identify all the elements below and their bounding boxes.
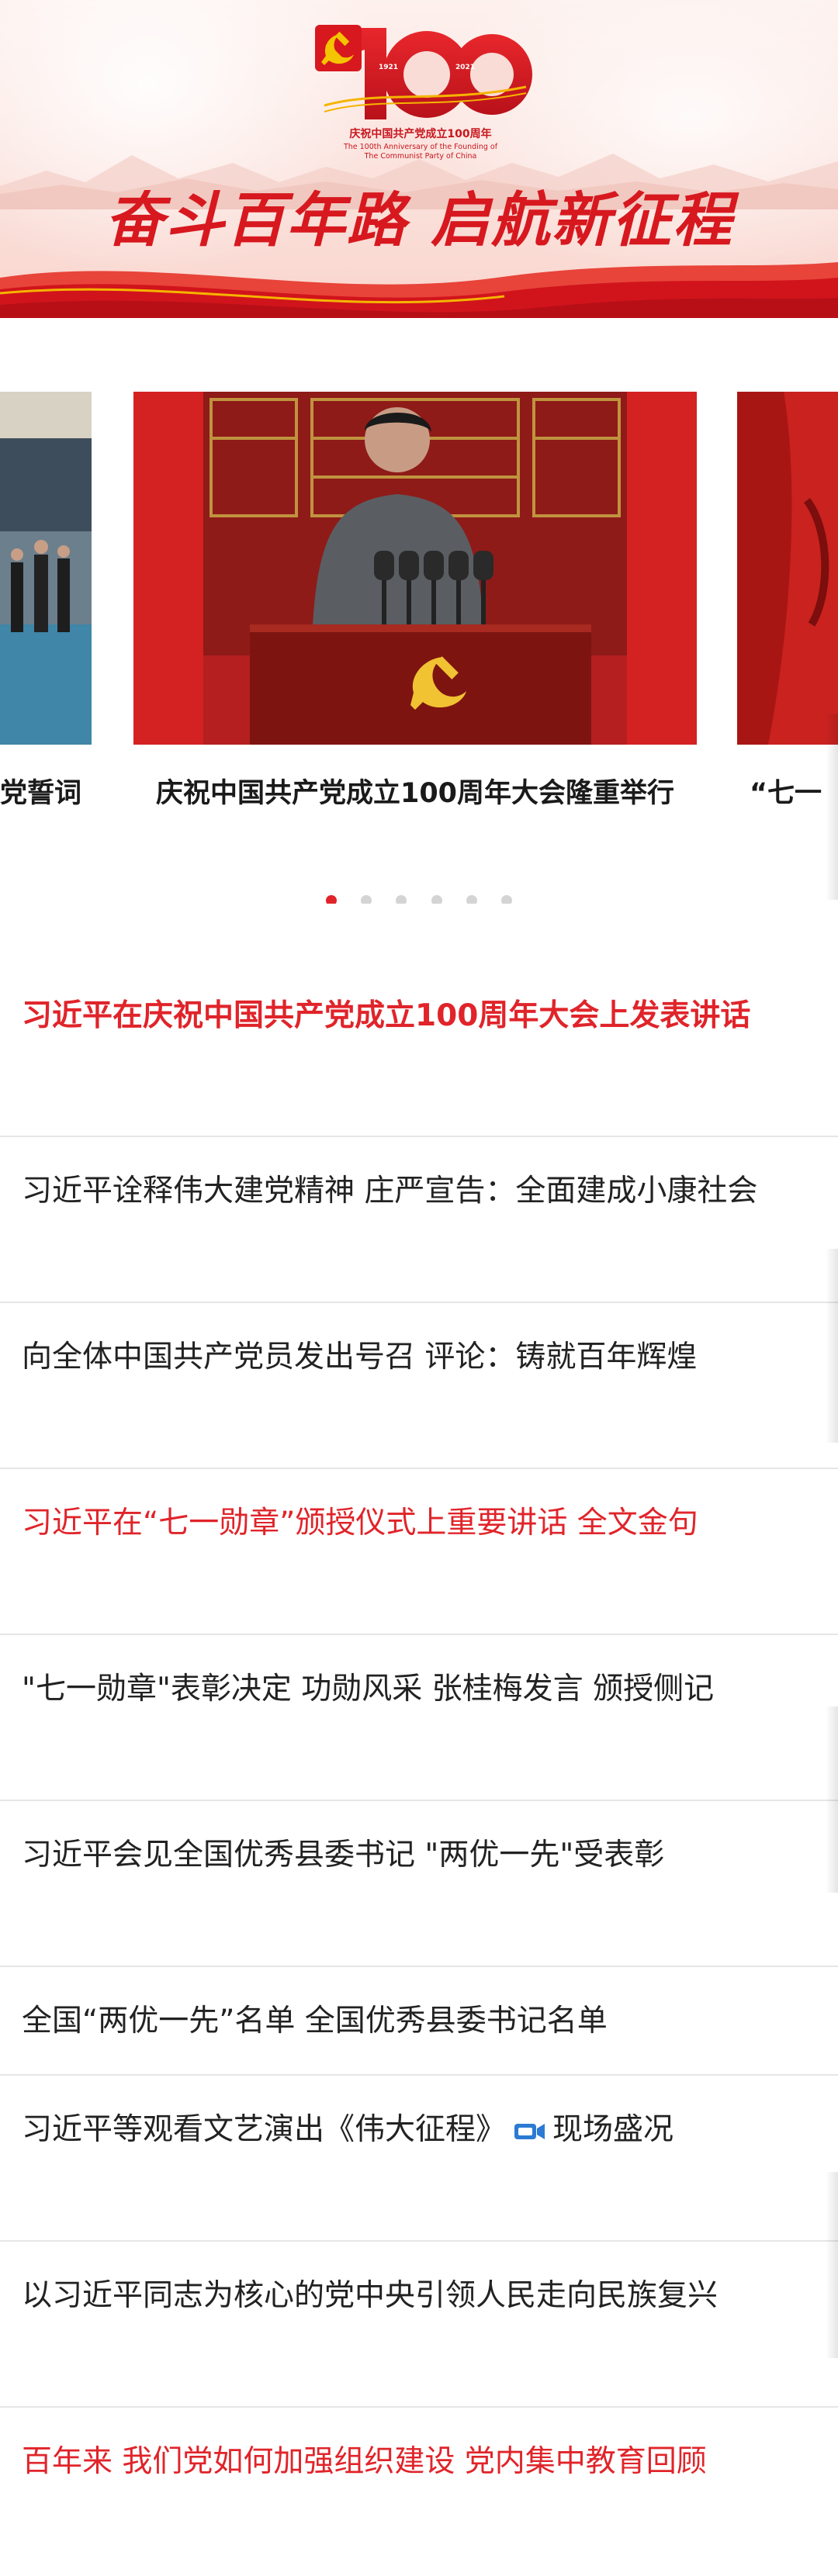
news-link-2[interactable]: 习近平诠释伟大建党精神 庄严宣告：全面建成小康社会 bbox=[22, 1174, 757, 1208]
news-link-3[interactable]: 向全体中国共产党员发出号召 评论：铸就百年辉煌 bbox=[22, 1340, 697, 1374]
centenary-logo: 1921 2021 庆祝中国共产党成立100周年 The 100th Anniv… bbox=[304, 17, 537, 172]
news-item-1[interactable]: 习近平在庆祝中国共产党成立100周年大会上发表讲话 bbox=[0, 968, 838, 1137]
carousel-dot-5[interactable] bbox=[466, 895, 477, 904]
carousel-dot-3[interactable] bbox=[396, 895, 407, 904]
edge-shadow-1 bbox=[826, 714, 838, 900]
news-item-8[interactable]: 习近平等观看文艺演出《伟大征程》 现场盛况 bbox=[0, 2076, 838, 2242]
year-end: 2021 bbox=[455, 64, 476, 71]
news-link-7[interactable]: 全国“两优一先”名单 全国优秀县委书记名单 bbox=[22, 2004, 608, 2038]
video-icon[interactable] bbox=[514, 2121, 546, 2142]
carousel-dot-1[interactable] bbox=[326, 895, 338, 904]
carousel-caption-previous[interactable]: 党誓词 bbox=[0, 773, 81, 814]
news-item-2[interactable]: 习近平诠释伟大建党精神 庄严宣告：全面建成小康社会 bbox=[0, 1137, 838, 1303]
carousel-caption-main[interactable]: 庆祝中国共产党成立100周年大会隆重举行 bbox=[133, 773, 697, 814]
news-link-6[interactable]: 习近平会见全国优秀县委书记 "两优一先"受表彰 bbox=[22, 1838, 664, 1872]
hammer-sickle-icon bbox=[315, 25, 362, 71]
edge-shadow-2 bbox=[826, 1249, 838, 1443]
carousel-dot-6[interactable] bbox=[500, 895, 512, 904]
photo-carousel[interactable]: 党誓词 庆祝中国共产党成立100周年大会隆重举行 “七一 bbox=[0, 392, 838, 904]
news-item-7[interactable]: 全国“两优一先”名单 全国优秀县委书记名单 bbox=[0, 1967, 838, 2076]
news-item-6[interactable]: 习近平会见全国优秀县委书记 "两优一先"受表彰 bbox=[0, 1801, 838, 1967]
carousel-slide-next-image[interactable] bbox=[737, 392, 838, 745]
year-start: 1921 bbox=[379, 64, 399, 71]
carousel-pagination bbox=[0, 894, 838, 904]
edge-shadow-3 bbox=[826, 1706, 838, 1893]
carousel-dot-4[interactable] bbox=[431, 895, 442, 904]
news-link-10[interactable]: 百年来 我们党如何加强组织建设 党内集中教育回顾 bbox=[22, 2444, 707, 2479]
news-link-1[interactable]: 习近平在庆祝中国共产党成立100周年大会上发表讲话 bbox=[22, 998, 750, 1033]
edge-shadow-4 bbox=[826, 2172, 838, 2358]
carousel-caption-next[interactable]: “七一 bbox=[750, 773, 822, 814]
news-item-5[interactable]: "七一勋章"表彰决定 功勋风采 张桂梅发言 颁授侧记 bbox=[0, 1635, 838, 1801]
news-link-4[interactable]: 习近平在“七一勋章”颁授仪式上重要讲话 全文金句 bbox=[22, 1506, 698, 1540]
carousel-slide-previous-image[interactable] bbox=[0, 392, 92, 745]
news-link-8-title[interactable]: 习近平等观看文艺演出《伟大征程》 bbox=[22, 2112, 506, 2147]
news-item-10[interactable]: 百年来 我们党如何加强组织建设 党内集中教育回顾 bbox=[0, 2408, 838, 2574]
logo-english-line2: The Communist Party of China bbox=[364, 152, 477, 161]
banner-slogan: 奋斗百年路 启航新征程 bbox=[0, 172, 838, 258]
news-link-8-extra[interactable]: 现场盛况 bbox=[552, 2112, 674, 2147]
logo-caption: 庆祝中国共产党成立100周年 bbox=[349, 128, 492, 140]
slogan-part1: 奋斗百年路 bbox=[105, 185, 407, 254]
news-link-9[interactable]: 以习近平同志为核心的党中央引领人民走向民族复兴 bbox=[22, 2278, 718, 2313]
carousel-dot-2[interactable] bbox=[361, 895, 372, 904]
news-item-9[interactable]: 以习近平同志为核心的党中央引领人民走向民族复兴 bbox=[0, 2242, 838, 2408]
slogan-part2: 启航新征程 bbox=[431, 185, 733, 254]
carousel-slide-main-image[interactable] bbox=[133, 392, 697, 745]
news-item-4[interactable]: 习近平在“七一勋章”颁授仪式上重要讲话 全文金句 bbox=[0, 1469, 838, 1635]
news-list: 习近平在庆祝中国共产党成立100周年大会上发表讲话 习近平诠释伟大建党精神 庄严… bbox=[0, 968, 838, 2574]
news-link-5[interactable]: "七一勋章"表彰决定 功勋风采 张桂梅发言 颁授侧记 bbox=[22, 1672, 714, 1706]
logo-english-line1: The 100th Anniversary of the Founding of bbox=[343, 143, 498, 151]
news-item-3[interactable]: 向全体中国共产党员发出号召 评论：铸就百年辉煌 bbox=[0, 1303, 838, 1469]
red-wave-decoration bbox=[0, 262, 838, 318]
header-banner: 1921 2021 庆祝中国共产党成立100周年 The 100th Anniv… bbox=[0, 0, 838, 318]
